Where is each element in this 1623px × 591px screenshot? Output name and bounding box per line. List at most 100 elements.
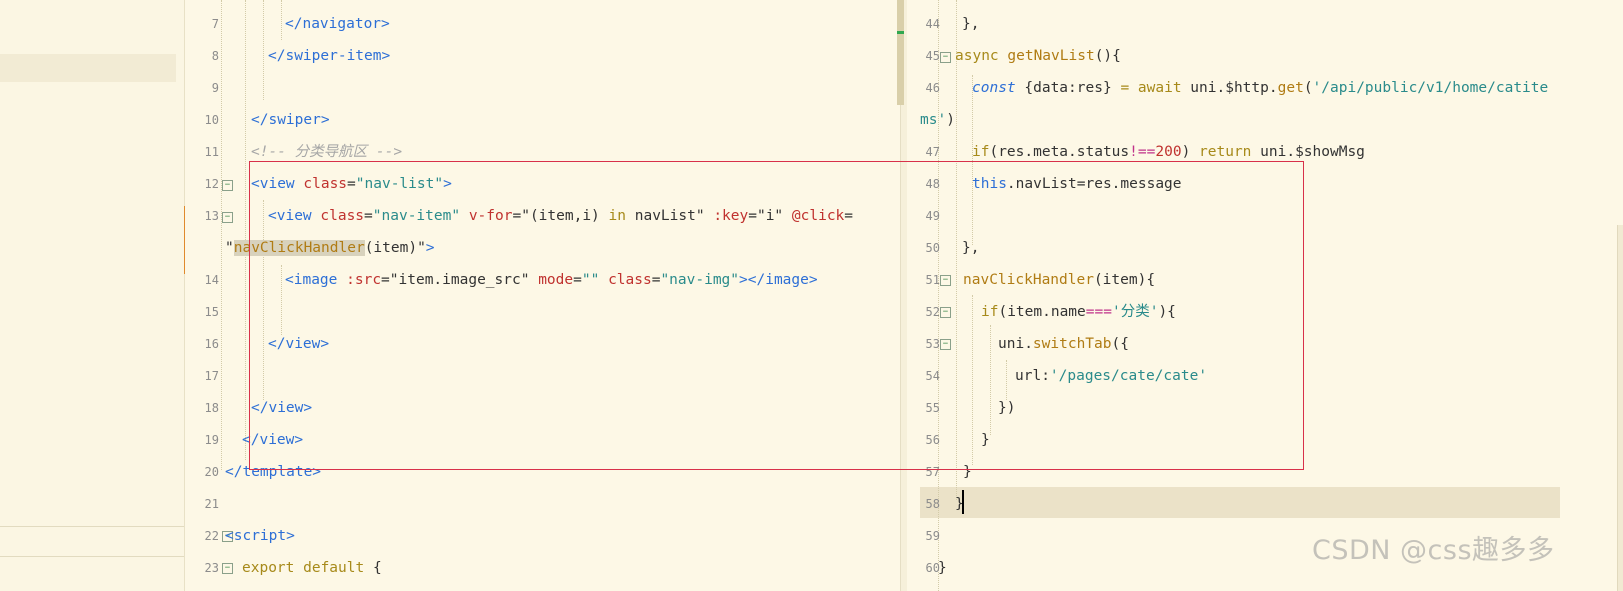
line-number: 7 <box>211 17 219 31</box>
code-line[interactable]: </navigator> <box>285 14 390 34</box>
code-line[interactable]: }, <box>962 14 979 34</box>
code-token: </navigator> <box>285 16 390 32</box>
code-token: </swiper> <box>251 112 330 128</box>
code-token: uni. <box>998 336 1033 352</box>
code-line[interactable]: </swiper-item> <box>268 46 390 66</box>
right-editor-scrollbar[interactable] <box>1617 225 1623 591</box>
code-token: export default <box>242 560 365 576</box>
code-token: '/pages/cate/cate' <box>1049 368 1208 384</box>
code-line[interactable]: <image :src="item.image_src" mode="" cla… <box>285 270 818 290</box>
code-token: .navList=res.message <box>1006 176 1182 192</box>
line-number: 55 <box>925 401 940 415</box>
line-number: 8 <box>211 49 219 63</box>
code-token: uni.$http. <box>1190 80 1278 96</box>
left-code-editor[interactable]: 7 8 9 10 11 12 13 14 15 16 17 18 19 20 2… <box>185 0 900 591</box>
line-number: 13 <box>204 209 219 223</box>
code-token: '分类' <box>1111 304 1159 320</box>
line-number: 57 <box>925 465 940 479</box>
code-token: :key <box>713 208 749 224</box>
sidebar-divider <box>0 526 184 527</box>
fold-toggle-icon[interactable]: − <box>222 212 233 223</box>
code-token: (item)" <box>364 240 426 256</box>
code-line[interactable]: "navClickHandler(item)"> <box>225 238 435 258</box>
indent-guide <box>245 0 246 460</box>
code-token: = <box>347 176 356 192</box>
code-token: ></image> <box>739 272 818 288</box>
code-token: v-for <box>468 208 513 224</box>
code-token: </swiper-item> <box>268 48 391 64</box>
fold-toggle-icon[interactable]: − <box>222 563 233 574</box>
line-number: 12 <box>204 177 219 191</box>
code-line[interactable]: }, <box>962 238 979 258</box>
indent-guide <box>1006 360 1007 400</box>
text-cursor <box>962 490 964 514</box>
code-token: <view <box>268 208 312 224</box>
code-token: </template> <box>225 464 322 480</box>
code-line[interactable]: async getNavList(){ <box>955 46 1121 66</box>
code-token: uni.$showMsg <box>1260 144 1365 160</box>
fold-toggle-icon[interactable]: − <box>222 180 233 191</box>
code-token: (item.name <box>998 304 1086 320</box>
code-line[interactable]: ms') <box>920 110 955 130</box>
line-number: 48 <box>925 177 940 191</box>
fold-toggle-icon[interactable]: − <box>940 307 951 318</box>
code-line[interactable]: <!-- 分类导航区 --> <box>251 142 402 162</box>
code-line[interactable]: </view> <box>268 334 329 354</box>
code-line[interactable]: </swiper> <box>251 110 330 130</box>
code-line[interactable]: <view class="nav-list"> <box>251 174 452 194</box>
code-line[interactable]: this.navList=res.message <box>972 174 1182 194</box>
code-token: ) <box>946 112 955 128</box>
code-token: 200 <box>1155 144 1182 160</box>
code-token: "" <box>581 272 600 288</box>
code-token: </view> <box>251 400 313 416</box>
code-token: class <box>303 176 348 192</box>
code-line[interactable]: </view> <box>251 398 312 418</box>
code-line[interactable]: uni.switchTab({ <box>998 334 1129 354</box>
code-line[interactable]: } <box>938 558 947 578</box>
code-token: :src <box>346 272 382 288</box>
code-line[interactable]: <script> <box>225 526 295 546</box>
code-line[interactable]: if(res.meta.status!==200) return uni.$sh… <box>972 142 1365 162</box>
code-line[interactable]: }) <box>998 398 1015 418</box>
indent-guide <box>221 0 222 470</box>
code-token: ) <box>1181 144 1191 160</box>
code-line[interactable]: <view class="nav-item" v-for="(item,i) i… <box>268 206 853 226</box>
code-line[interactable]: url:'/pages/cate/cate' <box>1015 366 1207 386</box>
code-line[interactable]: } <box>981 430 990 450</box>
code-token: ({ <box>1111 336 1129 352</box>
fold-toggle-icon[interactable]: − <box>940 275 951 286</box>
code-token: (res.meta.status <box>989 144 1130 160</box>
fold-toggle-icon[interactable]: − <box>940 52 951 63</box>
sidebar-divider <box>0 556 184 557</box>
code-token: class <box>608 272 652 288</box>
line-number: 11 <box>204 145 219 159</box>
code-line[interactable]: } <box>963 462 972 482</box>
right-code-editor[interactable]: 44 45 46 47 48 49 50 51 52 53 54 55 56 5… <box>906 0 1623 591</box>
indent-guide <box>956 0 957 500</box>
scrollbar-change-mark <box>897 31 904 34</box>
code-line[interactable]: </view> <box>242 430 303 450</box>
code-token: get <box>1277 80 1304 96</box>
line-number: 58 <box>925 497 940 511</box>
sidebar-selected-row[interactable] <box>0 54 176 82</box>
code-line[interactable]: if(item.name==='分类'){ <box>981 302 1176 322</box>
highlighted-identifier[interactable]: navClickHandler <box>233 240 365 256</box>
line-number: 47 <box>925 145 940 159</box>
code-line[interactable]: const {data:res} = await uni.$http.get('… <box>972 78 1548 98</box>
line-number: 22 <box>204 529 219 543</box>
code-line[interactable]: export default { <box>242 558 382 578</box>
line-number: 17 <box>204 369 219 383</box>
code-token: return <box>1199 144 1252 160</box>
code-token: "nav-img" <box>660 272 740 288</box>
fold-toggle-icon[interactable]: − <box>940 339 951 350</box>
code-line[interactable]: </template> <box>225 462 321 482</box>
code-token: await <box>1137 80 1182 96</box>
code-token: } <box>963 464 972 480</box>
code-line[interactable]: navClickHandler(item){ <box>963 270 1155 290</box>
line-number: 54 <box>925 369 940 383</box>
code-token: <view <box>251 176 295 192</box>
left-editor-scrollbar[interactable] <box>897 0 904 105</box>
file-explorer-sidebar[interactable] <box>0 0 185 591</box>
line-number: 60 <box>925 561 940 575</box>
code-token: }, <box>962 16 980 32</box>
